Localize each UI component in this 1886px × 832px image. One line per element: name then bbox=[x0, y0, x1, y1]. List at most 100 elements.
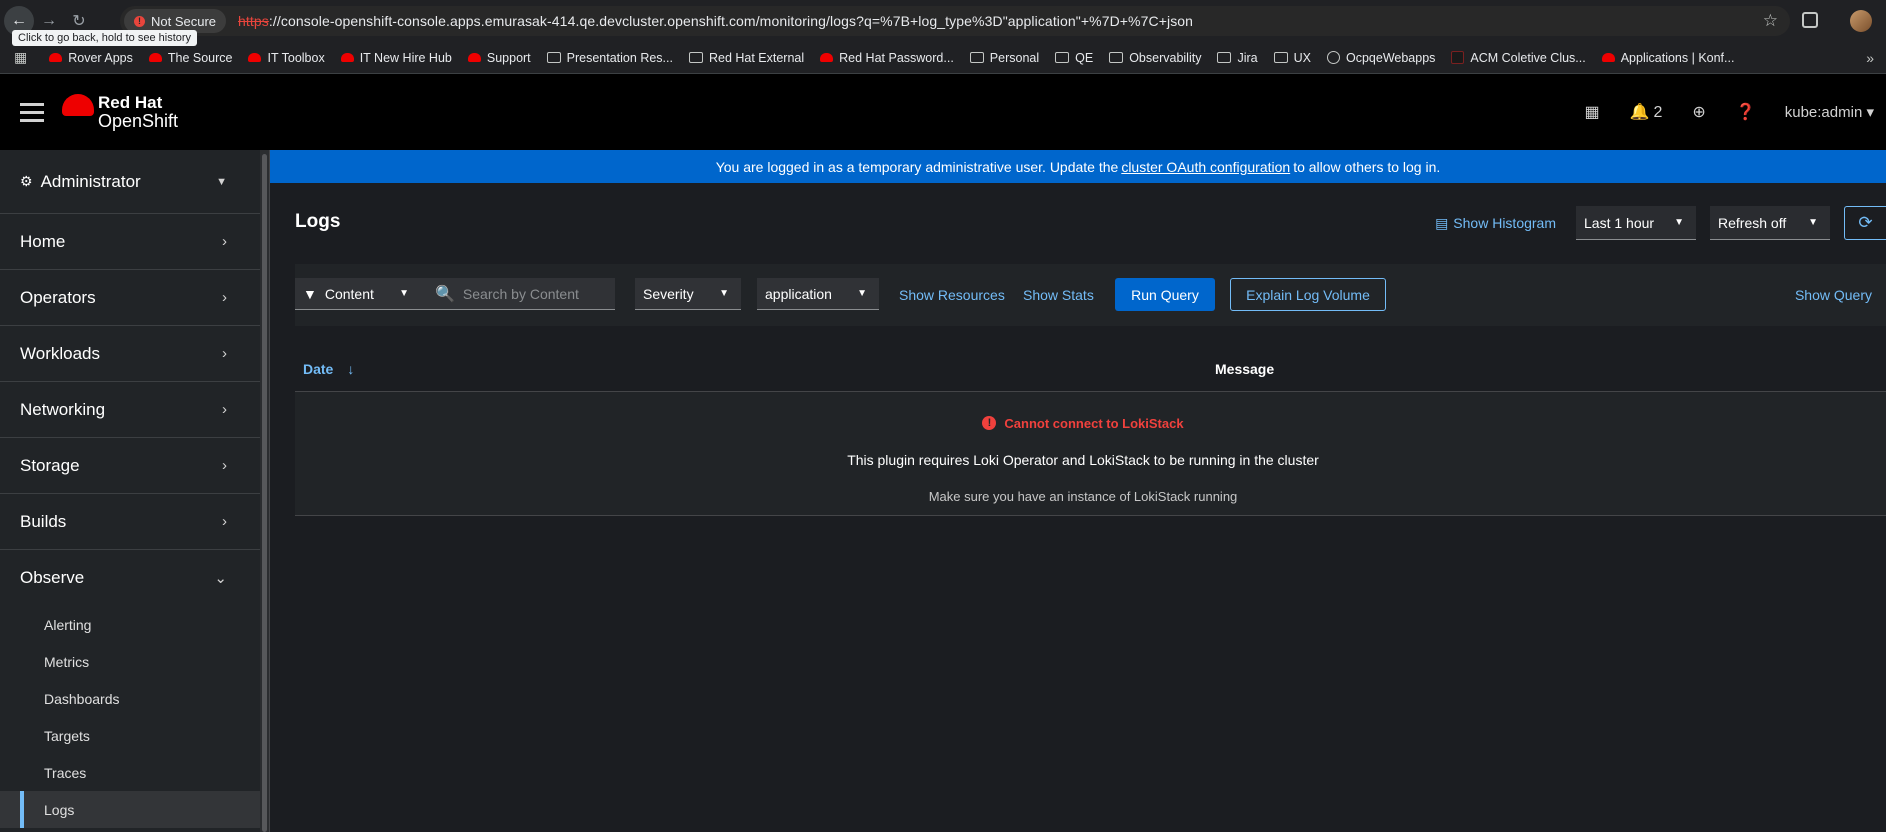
help-icon[interactable]: ❓ bbox=[1736, 102, 1756, 122]
show-query-button[interactable]: Show Query bbox=[1795, 287, 1872, 303]
warning-icon: ! bbox=[134, 15, 145, 27]
bar-chart-icon: ▤ bbox=[1435, 214, 1449, 231]
sidebar-item-alerting[interactable]: Alerting bbox=[0, 606, 269, 643]
filter-attribute-select[interactable]: ▼ Content ▼ bbox=[295, 278, 421, 310]
notifications-bell-icon[interactable]: 🔔 2 bbox=[1630, 102, 1663, 122]
sidebar-item-metrics[interactable]: Metrics bbox=[0, 643, 269, 680]
masthead: Red Hat OpenShift ▦ 🔔 2 ⊕ ❓ kube:admin ▾ bbox=[0, 74, 1886, 150]
sidebar-item-logs[interactable]: Logs bbox=[0, 791, 269, 828]
caret-down-icon: ▼ bbox=[719, 288, 729, 299]
chevron-right-icon: › bbox=[222, 513, 227, 530]
bookmark-item[interactable]: The Source bbox=[141, 51, 241, 65]
openshift-logo[interactable]: Red Hat OpenShift bbox=[62, 94, 178, 130]
sync-icon: ⟳ bbox=[1858, 213, 1873, 232]
cluster-oauth-link[interactable]: cluster OAuth configuration bbox=[1121, 159, 1290, 175]
message-column-header: Message bbox=[1215, 361, 1275, 377]
bookmark-item[interactable]: Red Hat Password... bbox=[812, 51, 962, 65]
notifications-count: 2 bbox=[1653, 104, 1663, 121]
chevron-down-icon: ⌄ bbox=[214, 570, 227, 587]
caret-down-icon: ▼ bbox=[1674, 217, 1684, 228]
sidebar-item-targets[interactable]: Targets bbox=[0, 717, 269, 754]
chevron-right-icon: › bbox=[222, 233, 227, 250]
explain-log-volume-button[interactable]: Explain Log Volume bbox=[1230, 278, 1386, 311]
bookmark-item[interactable]: Observability bbox=[1101, 51, 1209, 65]
chevron-right-icon: › bbox=[222, 345, 227, 362]
bookmark-item[interactable]: QE bbox=[1047, 51, 1101, 65]
perspective-switcher[interactable]: ⚙ Administrator ▼ bbox=[0, 150, 269, 214]
bookmark-item[interactable]: Presentation Res... bbox=[539, 51, 681, 65]
globe-icon bbox=[1326, 51, 1340, 64]
sidebar-item-traces[interactable]: Traces bbox=[0, 754, 269, 791]
folder-icon bbox=[1055, 52, 1070, 63]
error-empty-state: ! Cannot connect to LokiStack This plugi… bbox=[295, 392, 1886, 516]
redhat-icon bbox=[820, 53, 834, 62]
main-content: You are logged in as a temporary adminis… bbox=[270, 150, 1886, 832]
refresh-interval-select[interactable]: Refresh off ▼ bbox=[1710, 206, 1830, 240]
page-title: Logs bbox=[295, 211, 341, 232]
search-icon: 🔍 bbox=[435, 285, 455, 303]
sidebar-scrollbar[interactable] bbox=[260, 150, 269, 832]
error-title: ! Cannot connect to LokiStack bbox=[295, 416, 1871, 431]
bookmark-item[interactable]: Jira bbox=[1209, 51, 1265, 65]
sidebar-item-dashboards[interactable]: Dashboards bbox=[0, 680, 269, 717]
bookmark-item[interactable]: IT New Hire Hub bbox=[333, 51, 460, 65]
bookmark-star-icon[interactable]: ☆ bbox=[1763, 11, 1778, 31]
bookmark-item[interactable]: Applications | Konf... bbox=[1594, 51, 1743, 65]
search-input[interactable] bbox=[462, 285, 613, 302]
show-histogram-button[interactable]: ▤ Show Histogram bbox=[1435, 215, 1556, 232]
show-stats-button[interactable]: Show Stats bbox=[1023, 287, 1094, 303]
more-bookmarks-icon[interactable]: » bbox=[1866, 50, 1874, 66]
redhat-icon bbox=[1601, 53, 1615, 62]
bookmark-item[interactable]: OcpqeWebapps bbox=[1319, 51, 1443, 65]
acm-icon bbox=[1451, 51, 1465, 64]
tenant-select[interactable]: application ▼ bbox=[757, 278, 879, 310]
nav-section-observe[interactable]: Observe ⌄ bbox=[0, 550, 269, 606]
bookmark-item[interactable]: UX bbox=[1266, 51, 1319, 65]
cog-icon: ⚙ bbox=[20, 173, 33, 189]
profile-avatar[interactable] bbox=[1850, 10, 1872, 32]
severity-select[interactable]: Severity ▼ bbox=[635, 278, 741, 310]
nav-section-storage[interactable]: Storage › bbox=[0, 438, 269, 494]
nav-section-builds[interactable]: Builds › bbox=[0, 494, 269, 550]
nav-section-home[interactable]: Home › bbox=[0, 214, 269, 270]
search-content-field[interactable]: 🔍 bbox=[421, 278, 615, 310]
nav-section-networking[interactable]: Networking › bbox=[0, 382, 269, 438]
apps-grid-icon[interactable]: ▦ bbox=[14, 49, 27, 66]
address-bar[interactable]: ! Not Secure https://console-openshift-c… bbox=[120, 6, 1790, 36]
bookmark-list: Rover Apps The Source IT Toolbox IT New Hir… bbox=[41, 51, 1742, 65]
error-circle-icon: ! bbox=[982, 416, 997, 430]
show-resources-button[interactable]: Show Resources bbox=[899, 287, 1005, 303]
filter-icon: ▼ bbox=[303, 285, 317, 302]
nav-section-workloads[interactable]: Workloads › bbox=[0, 326, 269, 382]
folder-icon bbox=[546, 52, 561, 63]
chevron-right-icon: › bbox=[222, 289, 227, 306]
chevron-right-icon: › bbox=[222, 401, 227, 418]
bookmark-item[interactable]: Personal bbox=[962, 51, 1047, 65]
refresh-button[interactable]: ⟳ bbox=[1844, 206, 1886, 240]
bookmarks-bar: ▦ Rover Apps The Source IT Toolbox IT New H… bbox=[0, 42, 1886, 74]
logs-table: Date ↓ Message ! Cannot connect to LokiS… bbox=[295, 346, 1886, 516]
application-launcher-icon[interactable]: ▦ bbox=[1584, 102, 1599, 122]
folder-icon bbox=[688, 52, 703, 63]
sidebar-nav: ⚙ Administrator ▼ Home › Operators › Workloa… bbox=[0, 150, 270, 832]
bookmark-item[interactable]: Support bbox=[460, 51, 539, 65]
user-menu[interactable]: kube:admin ▾ bbox=[1785, 103, 1874, 121]
run-query-button[interactable]: Run Query bbox=[1115, 278, 1215, 311]
extensions-icon[interactable] bbox=[1802, 12, 1818, 28]
caret-down-icon: ▼ bbox=[857, 288, 867, 299]
hamburger-menu-icon[interactable] bbox=[20, 102, 44, 122]
bookmark-item[interactable]: IT Toolbox bbox=[240, 51, 332, 65]
nav-section-operators[interactable]: Operators › bbox=[0, 270, 269, 326]
folder-icon bbox=[1109, 52, 1124, 63]
bookmark-item[interactable]: Rover Apps bbox=[41, 51, 141, 65]
quick-create-plus-icon[interactable]: ⊕ bbox=[1692, 102, 1705, 122]
bookmark-item[interactable]: Red Hat External bbox=[681, 51, 812, 65]
url-text[interactable]: https://console-openshift-console.apps.e… bbox=[238, 13, 1193, 29]
bookmark-item[interactable]: ACM Coletive Clus... bbox=[1443, 51, 1593, 65]
caret-down-icon: ▼ bbox=[1808, 217, 1818, 228]
date-column-header[interactable]: Date ↓ bbox=[303, 361, 354, 377]
redhat-icon bbox=[248, 53, 262, 62]
redhat-icon bbox=[49, 53, 63, 62]
redhat-icon bbox=[148, 53, 162, 62]
time-range-select[interactable]: Last 1 hour ▼ bbox=[1576, 206, 1696, 240]
